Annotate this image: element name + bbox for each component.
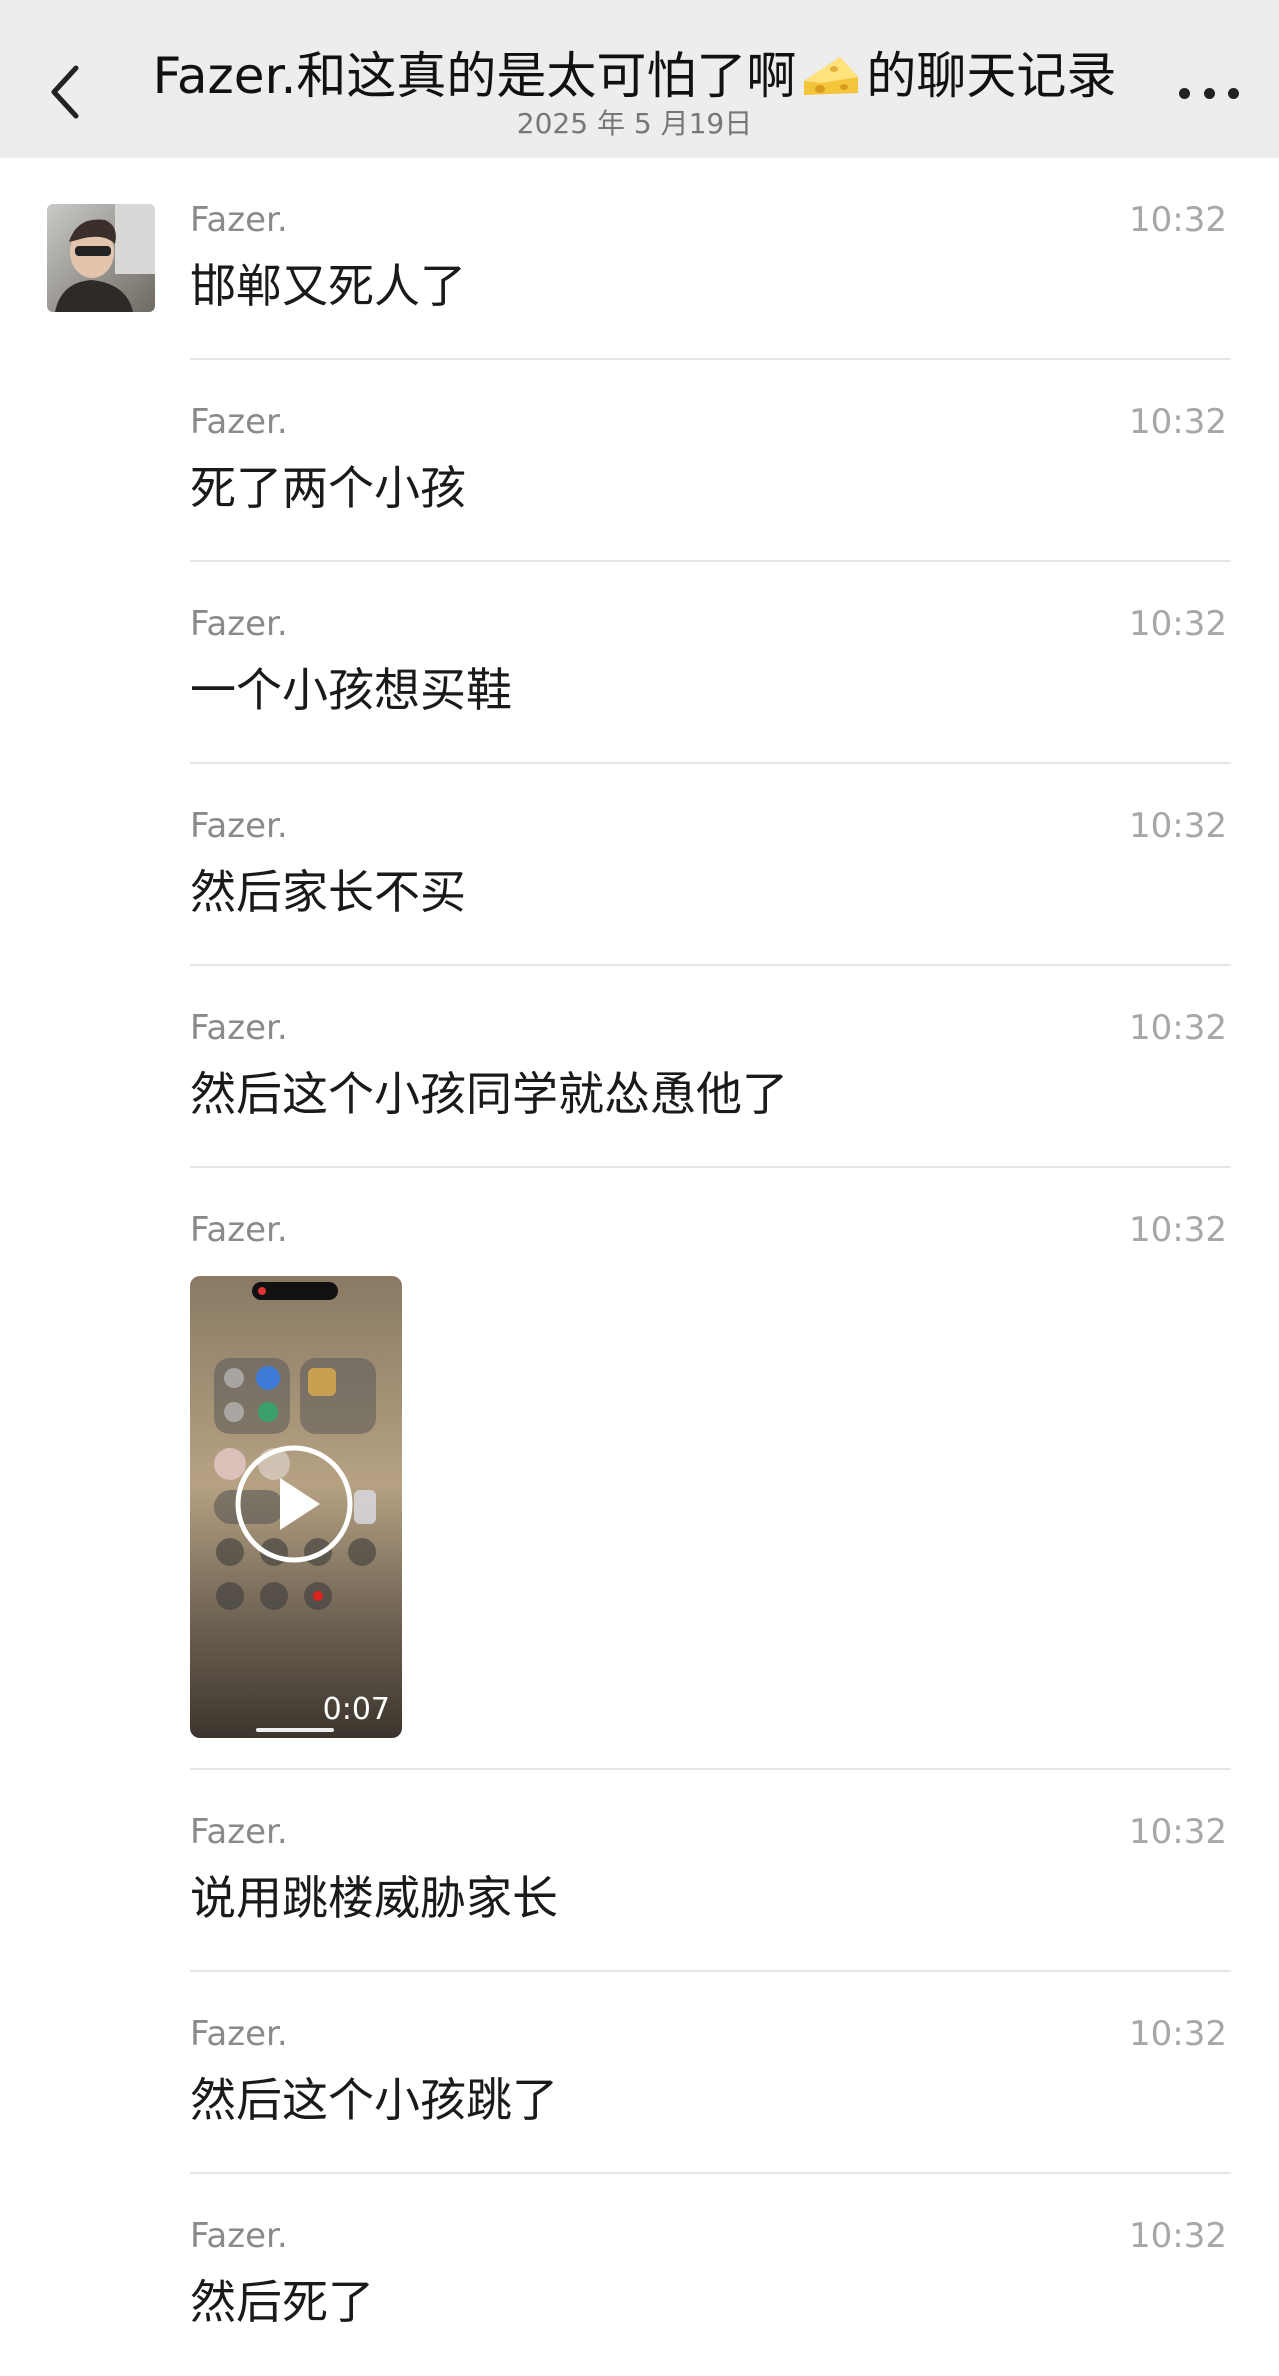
message-item[interactable]: Fazer. 10:32 邯郸又死人了 (190, 158, 1231, 360)
back-button[interactable] (40, 55, 90, 129)
avatar[interactable] (47, 204, 155, 312)
chat-title: Fazer.和这真的是太可怕了啊 的聊天记录 (120, 40, 1149, 112)
sender-name: Fazer. (190, 2014, 288, 2054)
message-item[interactable]: Fazer. 10:32 然后死了 (190, 2174, 1231, 2376)
message-text: 然后家长不买 (190, 865, 466, 919)
message-item[interactable]: Fazer. 10:32 然后家长不买 (190, 764, 1231, 966)
sender-name: Fazer. (190, 806, 288, 846)
message-time: 10:32 (1129, 1812, 1227, 1852)
message-text: 说用跳楼威胁家长 (190, 1871, 558, 1925)
chat-header: Fazer.和这真的是太可怕了啊 的聊天记录 2025 年 5 月19日 (0, 0, 1279, 158)
more-options-button[interactable] (1179, 78, 1239, 108)
message-item[interactable]: Fazer. 10:32 说用跳楼威胁家长 (190, 1770, 1231, 1972)
message-list[interactable]: Fazer. 10:32 邯郸又死人了 Fazer. 10:32 死了两个小孩 … (0, 158, 1279, 2376)
chevron-left-icon (51, 65, 79, 119)
sender-name: Fazer. (190, 604, 288, 644)
message-item[interactable]: Fazer. 10:32 死了两个小孩 (190, 360, 1231, 562)
message-time: 10:32 (1129, 2216, 1227, 2256)
more-dots-icon (1179, 87, 1190, 99)
more-dot (1228, 87, 1239, 99)
message-time: 10:32 (1129, 1008, 1227, 1048)
play-icon (235, 1445, 353, 1563)
sender-name: Fazer. (190, 2216, 288, 2256)
message-time: 10:32 (1129, 200, 1227, 240)
chat-title-area: Fazer.和这真的是太可怕了啊 的聊天记录 2025 年 5 月19日 (120, 40, 1149, 142)
sender-name: Fazer. (190, 200, 288, 240)
message-time: 10:32 (1129, 806, 1227, 846)
message-text: 一个小孩想买鞋 (190, 663, 512, 717)
message-item[interactable]: Fazer. 10:32 一个小孩想买鞋 (190, 562, 1231, 764)
sender-name: Fazer. (190, 402, 288, 442)
message-text: 死了两个小孩 (190, 461, 466, 515)
sender-name: Fazer. (190, 1210, 288, 1250)
message-text: 邯郸又死人了 (190, 259, 466, 313)
message-time: 10:32 (1129, 402, 1227, 442)
sender-name: Fazer. (190, 1008, 288, 1048)
video-duration: 0:07 (322, 1692, 390, 1727)
video-thumbnail[interactable]: 0:07 (190, 1276, 402, 1738)
sender-name: Fazer. (190, 1812, 288, 1852)
message-text: 然后这个小孩同学就怂恿他了 (190, 1067, 788, 1121)
avatar-image (47, 204, 155, 312)
chat-title-prefix: Fazer.和这真的是太可怕了啊 (152, 47, 797, 105)
message-item-video[interactable]: Fazer. 10:32 0:07 (190, 1168, 1231, 1770)
message-item[interactable]: Fazer. 10:32 然后这个小孩跳了 (190, 1972, 1231, 2174)
message-time: 10:32 (1129, 2014, 1227, 2054)
cheese-emoji-icon (804, 57, 859, 95)
more-dot (1203, 87, 1215, 99)
chat-title-suffix: 的聊天记录 (866, 47, 1117, 105)
message-item[interactable]: Fazer. 10:32 然后这个小孩同学就怂恿他了 (190, 966, 1231, 1168)
message-time: 10:32 (1129, 1210, 1227, 1250)
message-text: 然后这个小孩跳了 (190, 2073, 558, 2127)
message-text: 然后死了 (190, 2275, 374, 2329)
message-time: 10:32 (1129, 604, 1227, 644)
